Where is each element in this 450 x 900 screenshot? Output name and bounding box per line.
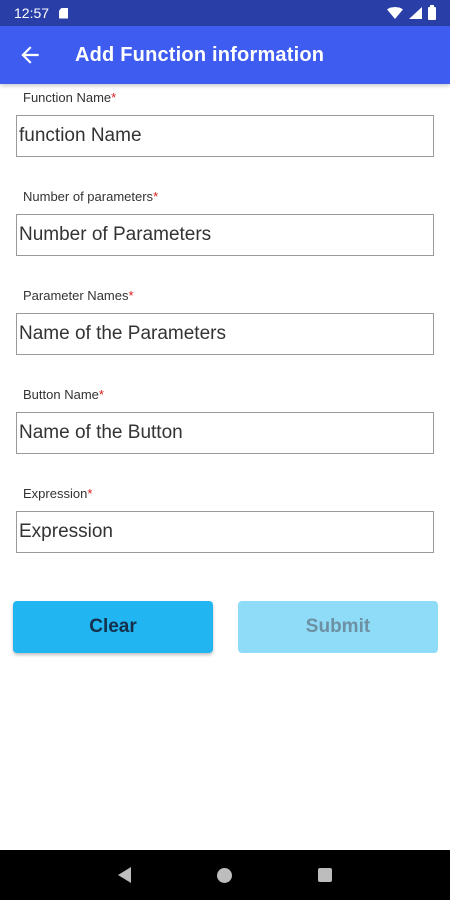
status-icons <box>387 4 436 20</box>
submit-button[interactable]: Submit <box>238 601 438 653</box>
required-mark: * <box>111 90 117 105</box>
function-name-input[interactable] <box>16 115 434 157</box>
clear-button[interactable]: Clear <box>13 601 213 653</box>
status-bar: 12:57 <box>0 0 450 26</box>
parameter-names-input[interactable] <box>16 313 434 355</box>
required-mark: * <box>87 486 93 501</box>
signal-icon <box>409 7 422 19</box>
nav-recents-icon[interactable] <box>318 868 332 882</box>
back-button[interactable] <box>0 26 60 84</box>
battery-icon <box>428 4 436 20</box>
nav-back-icon[interactable] <box>118 867 131 883</box>
nav-home-icon[interactable] <box>217 867 232 883</box>
function-name-label: Function Name* <box>23 90 117 105</box>
expression-label: Expression* <box>23 486 93 501</box>
page-title: Add Function information <box>75 43 325 66</box>
expression-input[interactable] <box>16 511 434 553</box>
parameter-names-label: Parameter Names* <box>23 288 134 303</box>
button-name-label: Button Name* <box>23 387 104 402</box>
required-mark: * <box>153 189 159 204</box>
required-mark: * <box>98 387 104 402</box>
parameter-count-label: Number of parameters* <box>23 189 159 204</box>
parameter-count-input[interactable] <box>16 214 434 256</box>
sd-card-icon <box>59 7 69 19</box>
required-mark: * <box>128 288 134 303</box>
status-time: 12:57 <box>14 5 50 21</box>
wifi-icon <box>387 7 403 19</box>
arrow-left-icon <box>21 46 39 64</box>
system-nav-bar <box>0 850 450 900</box>
app-bar: Add Function information <box>0 26 450 84</box>
button-name-input[interactable] <box>16 412 434 454</box>
